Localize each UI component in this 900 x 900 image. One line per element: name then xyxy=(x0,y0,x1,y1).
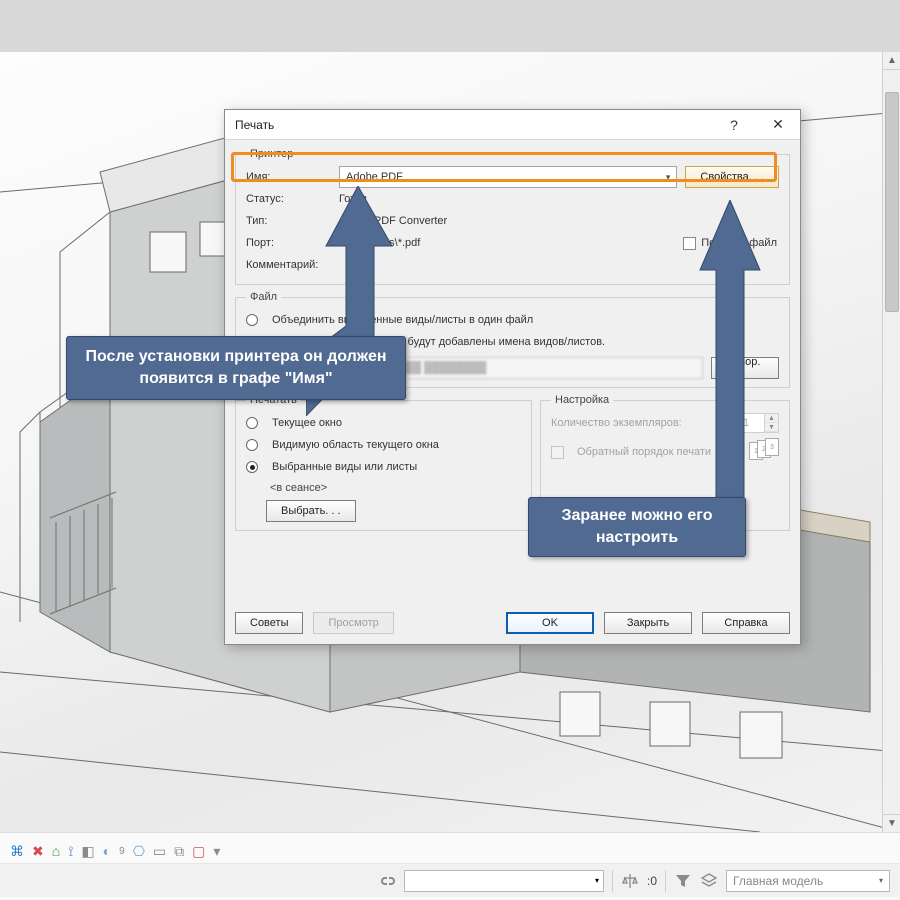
balance-icon[interactable] xyxy=(621,872,639,890)
callout-right: Заранее можно его настроить xyxy=(528,497,746,557)
status-icon[interactable]: ⧉ xyxy=(174,843,184,860)
scope-visible-radio[interactable] xyxy=(246,439,258,451)
scope-current-radio[interactable] xyxy=(246,417,258,429)
status-icon[interactable]: ✖ xyxy=(32,843,44,860)
scroll-down-arrow[interactable]: ▼ xyxy=(883,814,900,832)
status-icon[interactable]: ▭ xyxy=(153,843,166,860)
status-icon[interactable]: ◧ xyxy=(81,843,94,860)
status-selector-1[interactable]: ▾ xyxy=(404,870,604,892)
callout-left-text: После установки принтера он должен появи… xyxy=(81,346,391,389)
dialog-close-button[interactable]: ✕ xyxy=(756,110,800,140)
layers-icon[interactable] xyxy=(700,872,718,890)
reverse-order-checkbox[interactable] xyxy=(551,446,564,459)
main-model-label: Главная модель xyxy=(733,874,823,888)
select-views-button[interactable]: Выбрать. . . xyxy=(266,500,356,522)
status-icon[interactable]: ⌂ xyxy=(52,843,60,859)
status-icon[interactable]: ▾ xyxy=(213,843,220,860)
session-label: <в сеансе> xyxy=(270,482,521,494)
main-model-selector[interactable]: Главная модель▾ xyxy=(726,870,890,892)
dialog-titlebar[interactable]: Печать ? ✕ xyxy=(225,110,800,140)
printer-name-label: Имя: xyxy=(246,171,331,183)
chevron-down-icon: ▾ xyxy=(666,172,671,183)
help-button[interactable]: Справка xyxy=(702,612,790,634)
status-icon[interactable]: ⌘ xyxy=(10,843,24,860)
close-button[interactable]: Закрыть xyxy=(604,612,692,634)
file-merge-radio[interactable] xyxy=(246,314,258,326)
filter-icon[interactable] xyxy=(674,872,692,890)
scope-current-label: Текущее окно xyxy=(272,417,342,429)
file-legend: Файл xyxy=(246,291,281,303)
status-bar: ⌘ ✖ ⌂ ⟟ ◧ ◐ 9 ⎔ ▭ ⧉ ▢ ▾ ▾ :0 Главная мод… xyxy=(0,832,900,900)
callout-arrow-right xyxy=(690,200,770,500)
scope-selected-label: Выбранные виды или листы xyxy=(272,461,417,473)
printer-legend: Принтер xyxy=(246,148,297,160)
top-toolbar-strip xyxy=(0,0,900,52)
scope-visible-label: Видимую область текущего окна xyxy=(272,439,439,451)
status-icon[interactable]: ◐ xyxy=(103,843,111,859)
status-icon[interactable]: ▢ xyxy=(192,843,205,860)
callout-left: После установки принтера он должен появи… xyxy=(66,336,406,400)
dialog-help-button[interactable]: ? xyxy=(712,110,756,140)
status-count: :0 xyxy=(647,874,657,888)
scroll-thumb[interactable] xyxy=(885,92,899,312)
viewport-scrollbar-vertical[interactable]: ▲ ▼ xyxy=(882,52,900,832)
dialog-footer: Советы Просмотр OK Закрыть Справка xyxy=(235,612,790,634)
printer-properties-button[interactable]: Свойства. . . xyxy=(685,166,779,188)
status-icon[interactable]: ⟟ xyxy=(68,843,73,860)
printer-name-combo[interactable]: Adobe PDF ▾ xyxy=(339,166,677,188)
status-toggle-icons: ⌘ ✖ ⌂ ⟟ ◧ ◐ 9 ⎔ ▭ ⧉ ▢ ▾ xyxy=(0,833,900,863)
tips-button[interactable]: Советы xyxy=(235,612,303,634)
link-icon[interactable] xyxy=(378,872,396,890)
status-icon[interactable]: ⎔ xyxy=(133,843,145,860)
scroll-up-arrow[interactable]: ▲ xyxy=(883,52,900,70)
printer-name-value: Adobe PDF xyxy=(346,171,403,183)
settings-legend: Настройка xyxy=(551,394,613,406)
status-icon[interactable]: 9 xyxy=(119,846,125,857)
callout-right-text: Заранее можно его настроить xyxy=(543,505,731,548)
scope-selected-radio[interactable] xyxy=(246,461,258,473)
ok-button[interactable]: OK xyxy=(506,612,594,634)
dialog-title: Печать xyxy=(235,118,274,132)
preview-button: Просмотр xyxy=(313,612,393,634)
